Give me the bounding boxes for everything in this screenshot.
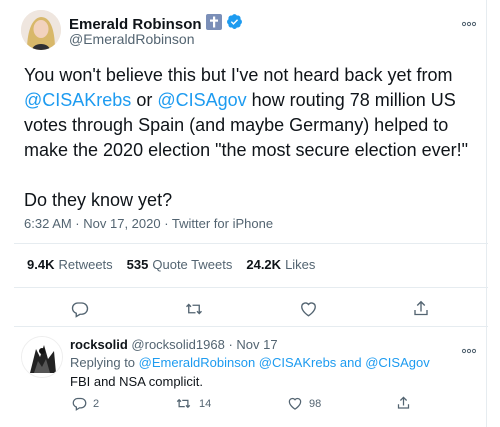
reply-author-avatar[interactable]	[21, 336, 63, 378]
reply-tweet[interactable]: rocksolid @rocksolid1968 · Nov 17 Replyi…	[0, 330, 486, 427]
reply-icon[interactable]	[72, 396, 87, 411]
retweets-label[interactable]: Retweets	[58, 257, 112, 272]
mention-cisagov[interactable]: @CISAgov	[157, 90, 246, 110]
replying-prefix: Replying to	[70, 355, 139, 370]
more-icon[interactable]	[461, 14, 477, 32]
replying-to: Replying to @EmeraldRobinson @CISAKrebs …	[70, 355, 430, 370]
likes-count[interactable]: 24.2K	[246, 257, 281, 272]
reply-text: FBI and NSA complicit.	[70, 374, 203, 389]
reply-actions: 2 14 98	[0, 395, 486, 415]
reply-author-name[interactable]: rocksolid	[70, 337, 128, 352]
tweet-actions	[0, 298, 486, 322]
author-name[interactable]: Emerald Robinson	[69, 16, 202, 33]
author-avatar[interactable]	[21, 10, 61, 50]
reply-reply-count: 2	[93, 398, 100, 410]
reply-retweet-count: 14	[199, 398, 212, 410]
divider	[14, 287, 488, 288]
cross-emoji-icon	[205, 13, 222, 35]
tweet-paragraph-1: You won't believe this but I've not hear…	[24, 63, 484, 163]
tweet-text-part1: You won't believe this but I've not hear…	[24, 65, 453, 85]
verified-badge-icon	[226, 13, 243, 35]
tweet-source[interactable]: Twitter for iPhone	[172, 216, 273, 231]
reply-icon[interactable]	[71, 300, 89, 318]
more-icon[interactable]	[461, 341, 477, 359]
share-icon[interactable]	[396, 395, 411, 411]
reply-like-count: 98	[309, 398, 322, 410]
author-handle[interactable]: @EmeraldRobinson	[69, 31, 195, 47]
retweets-count[interactable]: 9.4K	[27, 257, 54, 272]
retweet-icon[interactable]	[184, 300, 204, 318]
reply-date[interactable]: · Nov 17	[225, 337, 277, 352]
tweet-text-or: or	[131, 90, 158, 110]
tweet-stats: 9.4K Retweets 535 Quote Tweets 24.2K Lik…	[27, 257, 329, 272]
quotes-label[interactable]: Quote Tweets	[152, 257, 232, 272]
like-icon[interactable]	[299, 300, 318, 318]
divider	[14, 326, 488, 327]
like-icon[interactable]	[287, 396, 303, 411]
tweet-timestamp[interactable]: 6:32 AM · Nov 17, 2020 ·	[24, 216, 172, 231]
likes-label[interactable]: Likes	[285, 257, 315, 272]
share-icon[interactable]	[412, 299, 430, 318]
reply-header: rocksolid @rocksolid1968 · Nov 17	[70, 337, 278, 352]
mention-cisakrebs[interactable]: @CISAKrebs	[24, 90, 131, 110]
tweet-body: You won't believe this but I've not hear…	[24, 63, 484, 213]
tweet-frame: Emerald Robinson @EmeraldRobinson You wo…	[0, 0, 488, 427]
reply-author-handle[interactable]: @rocksolid1968	[131, 337, 224, 352]
replying-to-mentions[interactable]: @EmeraldRobinson @CISAKrebs and @CISAgov	[139, 355, 430, 370]
retweet-icon[interactable]	[175, 396, 192, 411]
tweet-meta: 6:32 AM · Nov 17, 2020 · Twitter for iPh…	[24, 216, 273, 231]
tweet-paragraph-2: Do they know yet?	[24, 190, 173, 210]
divider	[14, 243, 488, 244]
quotes-count[interactable]: 535	[127, 257, 149, 272]
